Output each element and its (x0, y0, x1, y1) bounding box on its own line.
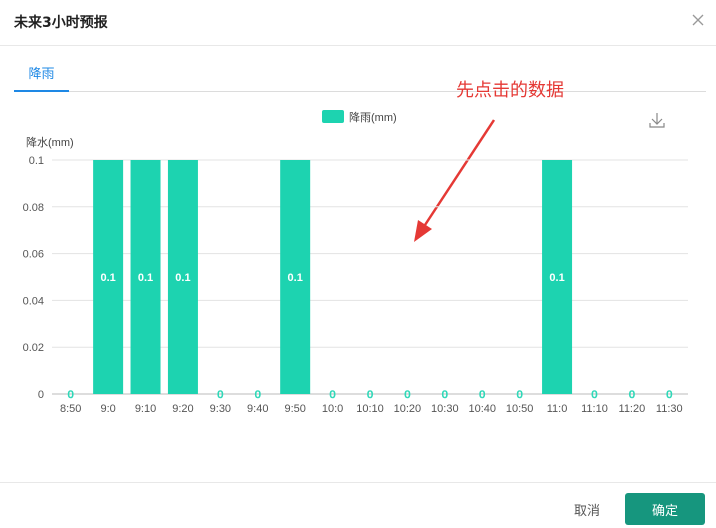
y-tick-label: 0.02 (23, 342, 44, 354)
legend-swatch (322, 110, 344, 123)
data-label: 0.1 (138, 272, 153, 284)
data-label: 0 (479, 389, 485, 401)
x-tick-label: 9:20 (172, 403, 193, 415)
x-tick-label: 10:30 (431, 403, 459, 415)
y-tick-label: 0 (38, 389, 44, 401)
x-tick-label: 10:40 (468, 403, 496, 415)
data-label: 0.1 (288, 272, 303, 284)
download-icon[interactable] (649, 113, 665, 128)
y-tick-label: 0.1 (29, 155, 44, 167)
x-tick-label: 9:40 (247, 403, 268, 415)
x-tick-label: 11:30 (656, 403, 683, 415)
data-label: 0 (666, 389, 672, 401)
dialog-header: 未来3小时预报 (0, 0, 716, 46)
chart-legend[interactable]: 降雨(mm) (322, 110, 397, 124)
legend-label: 降雨(mm) (349, 110, 397, 124)
data-label: 0 (330, 389, 336, 401)
data-label: 0 (517, 389, 523, 401)
x-tick-label: 10:0 (322, 403, 343, 415)
confirm-button[interactable]: 确定 (625, 493, 705, 525)
dialog-footer: 取消 确定 (0, 482, 716, 528)
data-label: 0 (217, 389, 223, 401)
y-axis-label: 降水(mm) (26, 135, 74, 149)
x-tick-label: 11:0 (547, 403, 568, 415)
x-tick-label: 9:10 (135, 403, 156, 415)
x-tick-label: 9:0 (100, 403, 115, 415)
data-label: 0 (367, 389, 373, 401)
data-label: 0 (255, 389, 261, 401)
cancel-button[interactable]: 取消 (560, 495, 614, 523)
rainfall-chart: 降雨(mm) 降水(mm) 0 0.02 0.04 0.06 0.08 0.1 0 8:50… (23, 110, 688, 415)
x-tick-label: 11:10 (581, 403, 608, 415)
annotation-arrow (414, 119, 496, 242)
x-tick-label: 9:50 (284, 403, 305, 415)
forecast-dialog: 未来3小时预报 降雨 先点击的数据 降雨(mm) 降水(mm) 0 0.02 0… (0, 0, 716, 528)
data-label: 0 (629, 389, 635, 401)
close-icon[interactable] (688, 10, 708, 30)
dialog-title: 未来3小时预报 (14, 15, 108, 31)
data-label: 0 (442, 389, 448, 401)
y-tick-label: 0.08 (23, 202, 44, 214)
data-label: 0.1 (175, 272, 190, 284)
data-label: 0.1 (549, 272, 564, 284)
data-label: 0 (68, 389, 74, 401)
y-tick-label: 0.06 (23, 249, 44, 261)
data-label: 0 (404, 389, 410, 401)
y-tick-label: 0.04 (23, 295, 44, 307)
x-tick-label: 8:50 (60, 403, 81, 415)
x-tick-label: 10:10 (356, 403, 384, 415)
tab-rainfall[interactable]: 降雨 (14, 62, 69, 92)
x-tick-label: 10:20 (394, 403, 422, 415)
data-label: 0 (591, 389, 597, 401)
x-tick-label: 9:30 (210, 403, 231, 415)
x-tick-label: 11:20 (619, 403, 646, 415)
tab-bar: 降雨 (14, 62, 706, 92)
x-tick-label: 10:50 (506, 403, 534, 415)
data-label: 0.1 (100, 272, 115, 284)
